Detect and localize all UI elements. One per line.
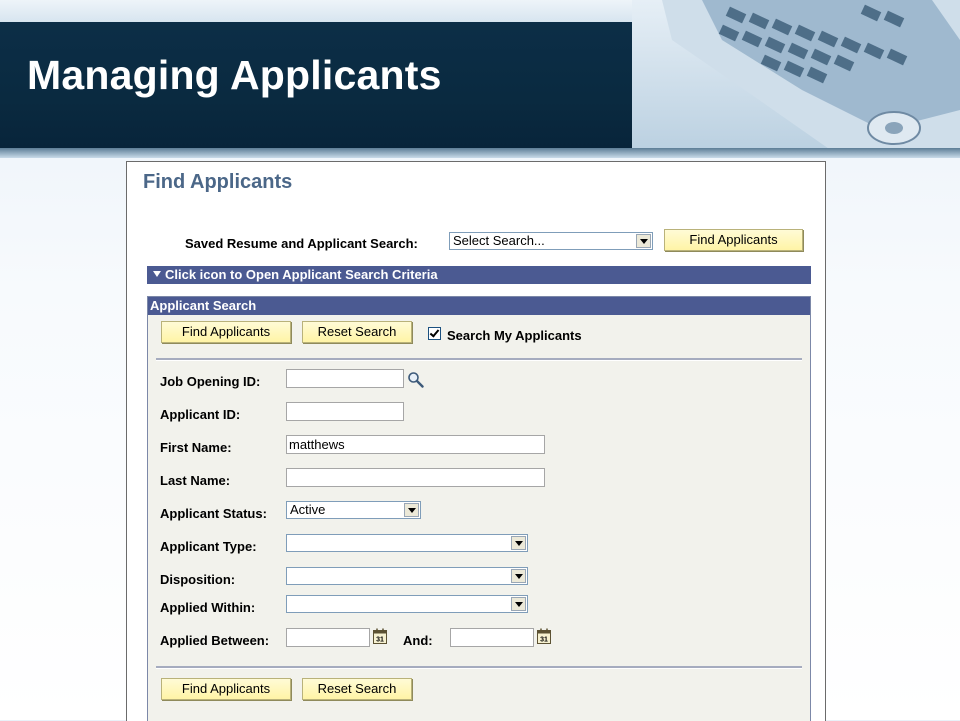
job-opening-id-label: Job Opening ID:	[160, 374, 261, 389]
chevron-down-icon[interactable]	[511, 569, 526, 583]
applicant-status-value: Active	[290, 502, 326, 517]
applicant-status-select[interactable]: Active	[286, 501, 421, 519]
divider-top	[156, 358, 802, 361]
chevron-down-icon[interactable]	[511, 597, 526, 611]
applied-within-label: Applied Within:	[160, 600, 256, 615]
page-title: Find Applicants	[143, 171, 293, 193]
find-applicants-button-bottom[interactable]: Find Applicants	[161, 678, 291, 700]
expand-triangle-icon[interactable]	[153, 271, 161, 277]
applicant-type-label: Applicant Type:	[160, 539, 257, 554]
chevron-down-icon[interactable]	[636, 234, 651, 248]
slide-header: Managing Applicants	[0, 0, 960, 158]
applicant-status-label: Applicant Status:	[160, 506, 267, 521]
applied-within-select[interactable]	[286, 595, 528, 613]
disposition-select[interactable]	[286, 567, 528, 585]
search-icon[interactable]	[407, 371, 425, 388]
reset-search-button-bottom[interactable]: Reset Search	[302, 678, 412, 700]
applicant-search-group: Applicant Search Find Applicants Reset S…	[147, 296, 811, 721]
first-name-label: First Name:	[160, 440, 232, 455]
calendar-icon[interactable]: 31	[537, 628, 551, 644]
and-label: And:	[403, 633, 433, 648]
applied-to-date-input[interactable]	[450, 628, 534, 647]
find-applicants-button-top[interactable]: Find Applicants	[664, 229, 803, 251]
disposition-label: Disposition:	[160, 572, 236, 587]
applicant-search-header: Applicant Search	[148, 297, 810, 315]
slide-title: Managing Applicants	[27, 52, 442, 98]
applicant-id-label: Applicant ID:	[160, 407, 241, 422]
calendar-day-text: 31	[376, 637, 384, 644]
saved-search-select[interactable]: Select Search...	[449, 232, 653, 250]
search-my-applicants-checkbox[interactable]	[428, 327, 441, 340]
search-criteria-label: Click icon to Open Applicant Search Crit…	[165, 267, 438, 282]
applied-from-date-input[interactable]	[286, 628, 370, 647]
last-name-input[interactable]	[286, 468, 545, 487]
applied-between-label: Applied Between:	[160, 633, 270, 648]
search-criteria-bar[interactable]: Click icon to Open Applicant Search Crit…	[147, 266, 811, 284]
applicant-type-select[interactable]	[286, 534, 528, 552]
applicant-id-input[interactable]	[286, 402, 404, 421]
find-applicants-page: Find Applicants Saved Resume and Applica…	[126, 161, 826, 721]
divider-bottom	[156, 666, 802, 669]
chevron-down-icon[interactable]	[404, 503, 419, 517]
first-name-input[interactable]: matthews	[286, 435, 545, 454]
find-applicants-button[interactable]: Find Applicants	[161, 321, 291, 343]
laptop-keyboard-image	[632, 0, 960, 158]
calendar-icon[interactable]: 31	[373, 628, 387, 644]
job-opening-id-input[interactable]	[286, 369, 404, 388]
last-name-label: Last Name:	[160, 473, 231, 488]
search-my-applicants-label: Search My Applicants	[447, 328, 582, 343]
calendar-day-text: 31	[540, 637, 548, 644]
saved-search-label: Saved Resume and Applicant Search:	[185, 236, 418, 251]
header-divider	[0, 148, 960, 158]
saved-search-value: Select Search...	[453, 233, 545, 248]
reset-search-button[interactable]: Reset Search	[302, 321, 412, 343]
chevron-down-icon[interactable]	[511, 536, 526, 550]
